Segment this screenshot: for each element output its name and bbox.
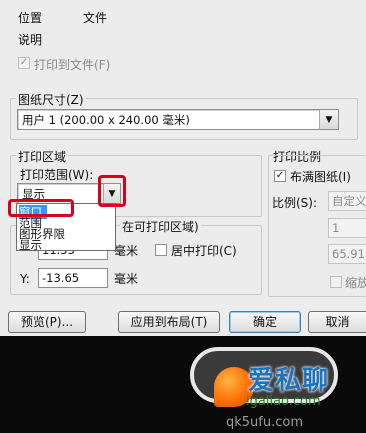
scale-lineweights-label: 缩放 <box>345 276 366 290</box>
apply-to-layout-button[interactable]: 应用到布局(T) <box>118 311 220 333</box>
scale-ratio-select[interactable]: 自定义 <box>328 191 366 211</box>
watermark-text: 爱私聊 <box>248 366 330 396</box>
print-offset-label: 在可打印区域) <box>120 218 201 235</box>
offset-x-unit: 毫米 <box>114 244 139 258</box>
fit-to-paper-checkbox[interactable]: ✓ <box>274 170 286 182</box>
scale-lineweights-checkbox[interactable] <box>330 276 342 288</box>
watermark-url-secondary: qk5ufu.com <box>226 415 304 430</box>
preview-button[interactable]: 预览(P)... <box>8 311 86 333</box>
print-area-label: 打印区域 <box>16 148 69 165</box>
annotation-highlight-arrow <box>98 175 126 207</box>
scale-field-2[interactable]: 65.91 <box>328 244 366 264</box>
paper-size-value: 用户 1 (200.00 x 240.00 毫米) <box>22 113 190 127</box>
location-value: 文件 <box>83 11 108 25</box>
offset-y-unit: 毫米 <box>114 272 139 286</box>
scale-ratio-label: 比例(S): <box>272 196 318 210</box>
center-print-label: 居中打印(C) <box>171 244 237 258</box>
center-print-checkbox[interactable] <box>155 244 167 256</box>
paper-size-label: 图纸尺寸(Z) <box>16 91 86 108</box>
paper-size-select[interactable]: 用户 1 (200.00 x 240.00 毫米) ▼ <box>17 109 339 130</box>
offset-y-label: Y: <box>20 272 30 286</box>
fit-to-paper-label: 布满图纸(I) <box>290 170 351 184</box>
scale-field-1[interactable]: 1 <box>328 218 366 238</box>
print-to-file-label: 打印到文件(F) <box>34 58 111 72</box>
ok-button[interactable]: 确定 <box>229 311 301 333</box>
option-display[interactable]: 显示 <box>19 238 42 252</box>
annotation-highlight-option <box>8 199 74 217</box>
location-label: 位置 <box>18 11 43 25</box>
offset-y-input[interactable]: -13.65 <box>38 268 108 288</box>
print-range-label: 打印范围(W): <box>20 168 94 182</box>
print-to-file-checkbox[interactable]: ✓ <box>18 57 30 69</box>
description-label: 说明 <box>18 33 43 47</box>
cancel-button[interactable]: 取消 <box>308 311 366 333</box>
watermark-url: igaliao.com <box>246 394 321 409</box>
chevron-down-icon[interactable]: ▼ <box>319 110 338 129</box>
